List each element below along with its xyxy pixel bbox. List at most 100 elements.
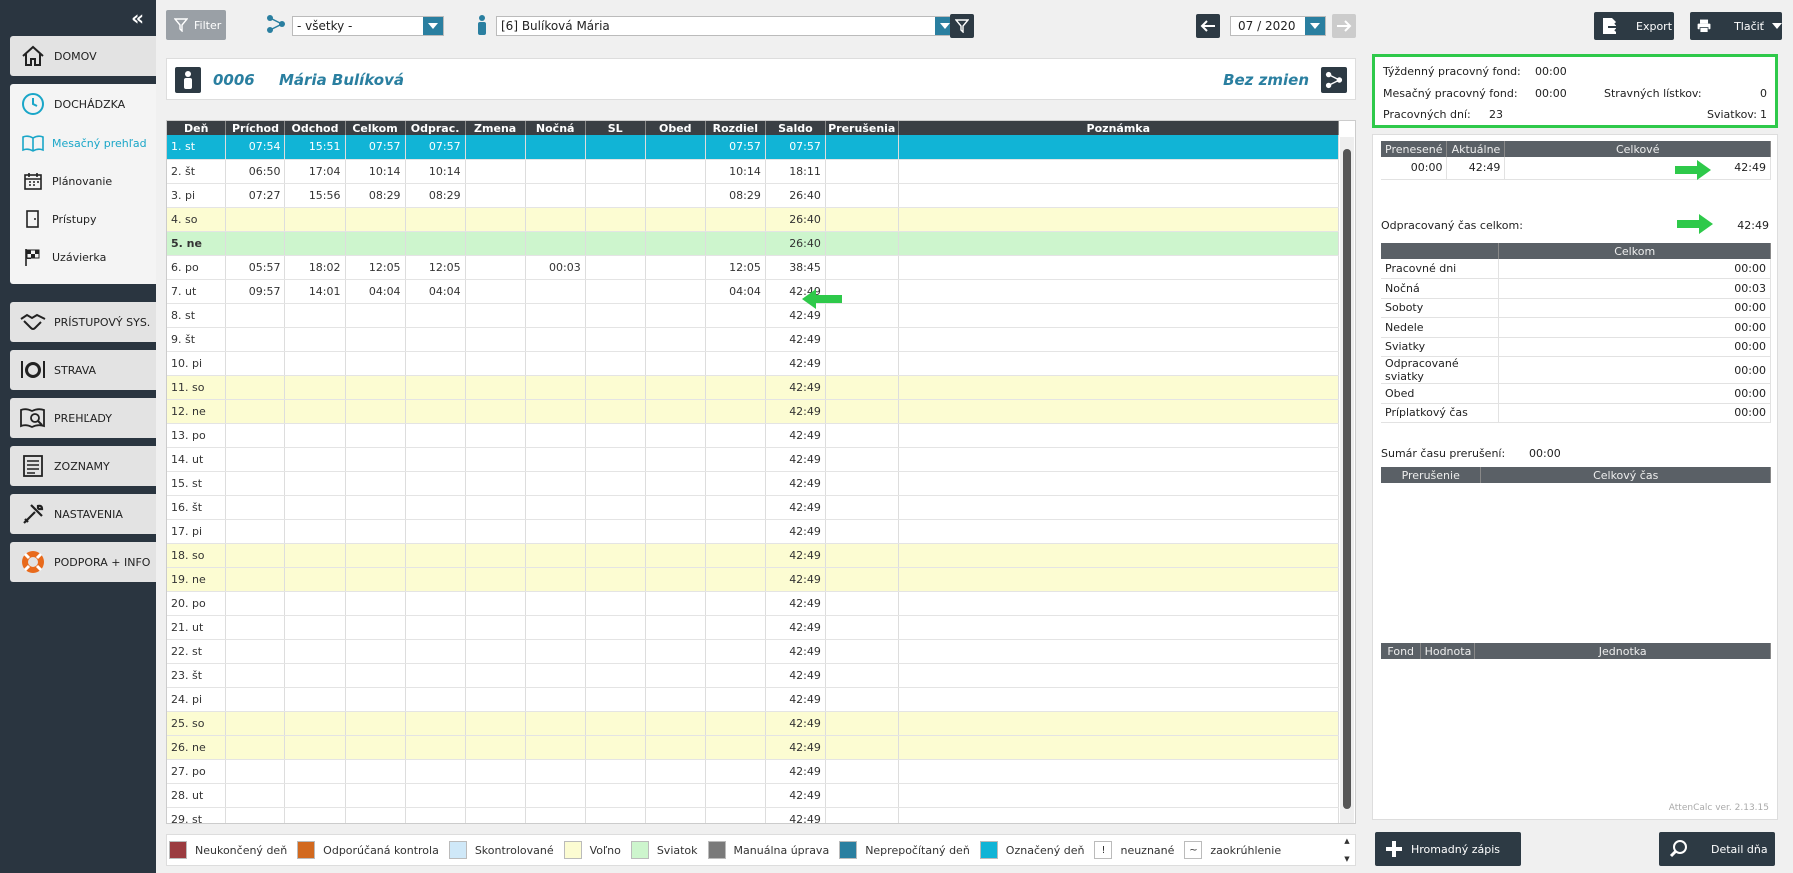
table-row[interactable]: 28. ut 42:49: [167, 783, 1340, 808]
table-row[interactable]: 10. pi 42:49: [167, 351, 1340, 376]
column-header[interactable]: Zmena: [465, 121, 526, 135]
column-header[interactable]: Nočná: [525, 121, 586, 135]
collapse-sidebar-icon[interactable]: «: [131, 6, 144, 30]
column-header[interactable]: Poznámka: [898, 121, 1340, 135]
table-row[interactable]: 3. pi 07:27 15:56 08:29 08:29 08:29 26:40: [167, 183, 1340, 208]
table-row[interactable]: 24. pi 42:49: [167, 687, 1340, 712]
column-header[interactable]: Obed: [645, 121, 706, 135]
bulk-entry-button[interactable]: Hromadný zápis: [1375, 832, 1521, 866]
export-button[interactable]: Export: [1594, 12, 1674, 40]
table-cell: [898, 423, 1340, 448]
table-row[interactable]: 29. st 42:49: [167, 807, 1340, 823]
export-icon: [1603, 18, 1620, 34]
table-cell: [898, 735, 1340, 760]
column-header[interactable]: Prerušenia: [825, 121, 899, 135]
column-header[interactable]: Odprac.: [405, 121, 466, 135]
group-select[interactable]: - všetky -: [292, 16, 444, 36]
table-row[interactable]: 25. so 42:49: [167, 711, 1340, 736]
column-header[interactable]: Rozdiel: [705, 121, 766, 135]
table-cell: [284, 471, 346, 496]
table-cell: [645, 207, 706, 232]
column-header[interactable]: SL: [585, 121, 646, 135]
table-row[interactable]: 17. pi 42:49: [167, 519, 1340, 544]
table-row[interactable]: 16. št 42:49: [167, 495, 1340, 520]
nav-home[interactable]: DOMOV: [10, 36, 156, 76]
employee-select[interactable]: [6] Bulíková Mária: [496, 16, 956, 36]
book-search-icon: [20, 405, 46, 431]
shift-tree-button[interactable]: [1321, 67, 1347, 93]
table-row[interactable]: 27. po 42:49: [167, 759, 1340, 784]
table-row[interactable]: 1. st 07:54 15:51 07:57 07:57 07:57 07:57: [167, 135, 1340, 160]
column-header[interactable]: Deň: [167, 121, 227, 135]
scroll-down-icon[interactable]: ▼: [1344, 855, 1349, 863]
prev-month-button[interactable]: [1196, 14, 1220, 38]
table-cell: 14:01: [284, 279, 346, 304]
nav-settings[interactable]: NASTAVENIA: [10, 494, 156, 534]
table-row[interactable]: 11. so 42:49: [167, 375, 1340, 400]
nav-lists[interactable]: ZOZNAMY: [10, 446, 156, 486]
table-row[interactable]: 8. st 42:49: [167, 303, 1340, 328]
filter-button[interactable]: Filter: [166, 10, 226, 40]
table-cell: 10. pi: [167, 351, 227, 376]
scroll-up-icon[interactable]: ▲: [1344, 837, 1349, 845]
table-row[interactable]: 19. ne 42:49: [167, 567, 1340, 592]
table-row[interactable]: 2. št 06:50 17:04 10:14 10:14 10:14 18:11: [167, 159, 1340, 184]
nav-attendance[interactable]: DOCHÁDZKA: [10, 84, 156, 124]
table-cell: [225, 591, 286, 616]
sub-item-closing[interactable]: Uzávierka: [10, 238, 156, 276]
legend-scroll[interactable]: ▲ ▼: [1341, 837, 1353, 863]
chevron-down-icon[interactable]: [423, 17, 443, 35]
column-header[interactable]: Saldo: [765, 121, 826, 135]
day-detail-button[interactable]: Detail dňa: [1659, 832, 1775, 866]
table-scrollbar[interactable]: [1340, 137, 1354, 823]
period-select[interactable]: 07 / 2020: [1230, 16, 1326, 36]
table-row[interactable]: 22. st 42:49: [167, 639, 1340, 664]
employee-name: Mária Bulíková: [279, 71, 404, 89]
nav-access-system[interactable]: PRÍSTUPOVÝ SYS.: [10, 302, 156, 342]
scrollbar-thumb[interactable]: [1343, 149, 1351, 809]
interruptions-header: Prerušenie: [1381, 467, 1482, 483]
nav-overviews[interactable]: PREHĽADY: [10, 398, 156, 438]
table-row[interactable]: 9. št 42:49: [167, 327, 1340, 352]
table-cell: 5. ne: [167, 231, 227, 256]
table-cell: [825, 375, 899, 400]
chevron-down-icon[interactable]: [1772, 23, 1782, 29]
table-cell: [825, 255, 899, 280]
next-month-button[interactable]: [1332, 14, 1356, 38]
table-cell: 10:14: [705, 159, 766, 184]
nav-support[interactable]: PODPORA + INFO: [10, 542, 156, 582]
table-row[interactable]: 4. so 26:40: [167, 207, 1340, 232]
table-cell: [465, 687, 526, 712]
print-button[interactable]: Tlačiť: [1690, 12, 1782, 40]
chevron-down-icon[interactable]: [1305, 17, 1325, 35]
table-cell: [898, 711, 1340, 736]
sub-item-monthly-overview[interactable]: Mesačný prehľad: [10, 124, 156, 162]
table-cell: [465, 303, 526, 328]
checkered-flag-icon: [22, 246, 44, 268]
column-header[interactable]: Odchod: [284, 121, 346, 135]
category-label: Pracovné dni: [1381, 259, 1500, 279]
table-row[interactable]: 21. ut 42:49: [167, 615, 1340, 640]
sub-item-planning[interactable]: Plánovanie: [10, 162, 156, 200]
toolbar: Filter - všetky - [6] Bulíková Mária 07 …: [156, 0, 1793, 52]
table-row[interactable]: 20. po 42:49: [167, 591, 1340, 616]
table-row[interactable]: 12. ne 42:49: [167, 399, 1340, 424]
employee-filter-button[interactable]: [950, 14, 974, 38]
column-header[interactable]: Príchod: [225, 121, 286, 135]
table-row[interactable]: 7. ut 09:57 14:01 04:04 04:04 04:04 42:49: [167, 279, 1340, 304]
legend-label: neuznané: [1120, 843, 1175, 857]
table-cell: 42:49: [765, 399, 826, 424]
table-cell: [705, 447, 766, 472]
table-row[interactable]: 13. po 42:49: [167, 423, 1340, 448]
sub-item-accesses[interactable]: Prístupy: [10, 200, 156, 238]
table-row[interactable]: 26. ne 42:49: [167, 735, 1340, 760]
table-row[interactable]: 14. ut 42:49: [167, 447, 1340, 472]
column-header[interactable]: Celkom: [345, 121, 406, 135]
table-row[interactable]: 15. st 42:49: [167, 471, 1340, 496]
category-value: 00:00: [1498, 317, 1771, 338]
table-row[interactable]: 6. po 05:57 18:02 12:05 12:05 00:03 12:05 38:45: [167, 255, 1340, 280]
nav-food[interactable]: STRAVA: [10, 350, 156, 390]
table-row[interactable]: 18. so 42:49: [167, 543, 1340, 568]
table-row[interactable]: 5. ne 26:40: [167, 231, 1340, 256]
table-row[interactable]: 23. št 42:49: [167, 663, 1340, 688]
